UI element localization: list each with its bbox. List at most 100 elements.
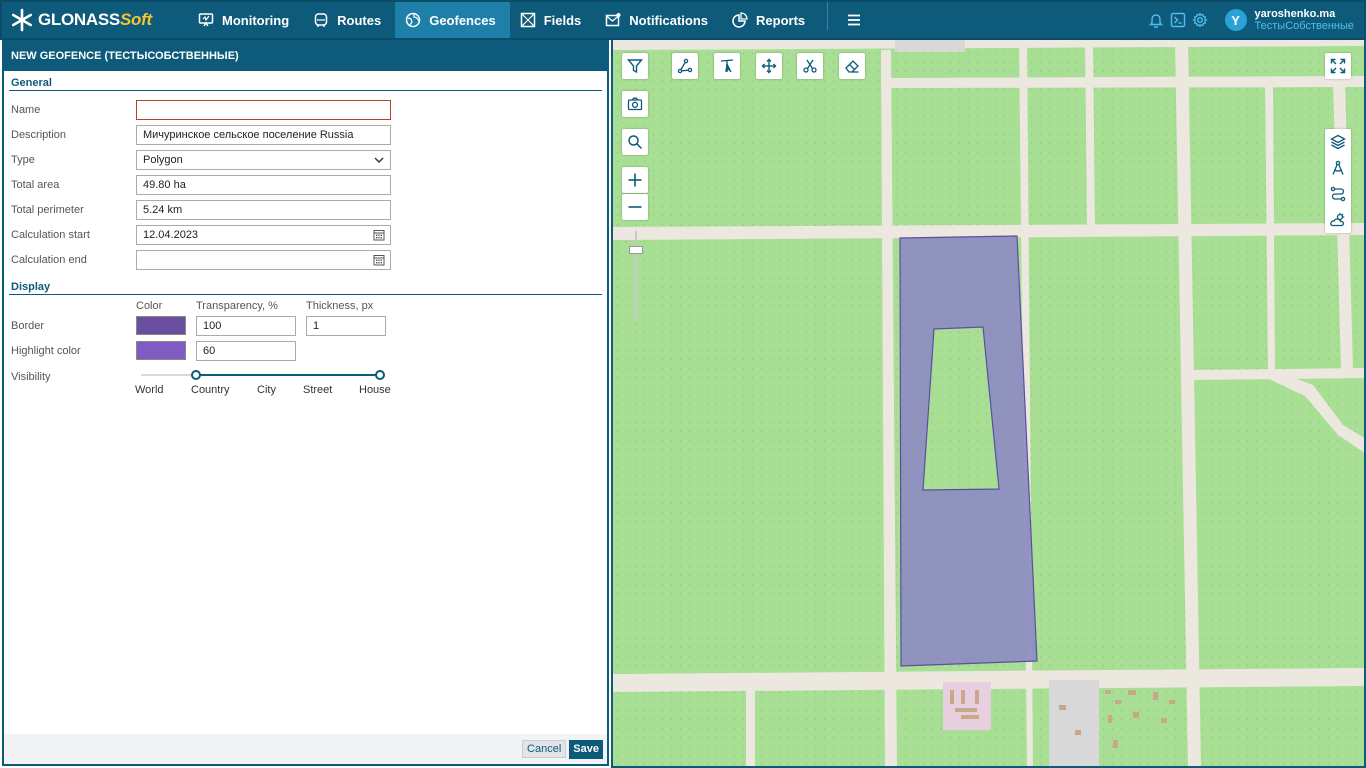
highlight-transparency-input[interactable]: 60	[196, 340, 296, 361]
save-button[interactable]: Save	[569, 739, 603, 759]
scissors-icon	[803, 59, 817, 73]
type-row: Type Polygon	[4, 147, 607, 172]
hamburger-icon	[848, 14, 861, 26]
nav-reports-label: Reports	[756, 12, 806, 28]
thickness-col-header: Thickness, px	[306, 300, 374, 312]
weather-icon	[1330, 212, 1345, 227]
chevron-down-icon	[374, 157, 384, 163]
bell-icon	[1148, 14, 1163, 28]
map-block	[1049, 680, 1099, 766]
app-logo[interactable]: GLONASSSoft	[2, 2, 188, 38]
nav-notifications[interactable]: Notifications	[595, 2, 722, 38]
general-section-title: General	[9, 77, 602, 91]
erase-button[interactable]	[839, 53, 865, 79]
display-section-title: Display	[9, 281, 602, 295]
description-label: Description	[11, 128, 67, 141]
top-right-area: Y yaroshenko.ma ТестыСобственные	[1145, 2, 1354, 38]
settings-button[interactable]	[1189, 9, 1211, 31]
total-area-row: Total area 49.80 ha	[4, 172, 607, 197]
monitoring-icon	[198, 13, 214, 27]
name-label: Name	[11, 103, 41, 116]
zoom-slider-handle[interactable]	[629, 246, 643, 254]
visibility-row: Visibility World Country City Street Hou…	[4, 365, 607, 405]
total-perimeter-input[interactable]: 5.24 km	[136, 199, 391, 220]
nav-geofences-label: Geofences	[429, 12, 496, 28]
logo-text-accent: Soft	[119, 10, 152, 29]
console-button[interactable]	[1167, 9, 1189, 31]
nav-monitoring[interactable]: Monitoring	[188, 2, 303, 38]
user-info[interactable]: yaroshenko.ma ТестыСобственные	[1255, 8, 1354, 32]
visibility-level-street: Street	[303, 384, 333, 396]
total-perimeter-label: Total perimeter	[11, 203, 84, 216]
calendar-icon[interactable]	[373, 229, 385, 241]
edit-vertex-button[interactable]	[714, 53, 740, 79]
calc-start-input[interactable]: 12.04.2023	[136, 224, 391, 245]
logo-icon	[11, 8, 33, 32]
fullscreen-button[interactable]	[1325, 53, 1351, 79]
calc-end-row: Calculation end	[4, 247, 607, 272]
nav-notifications-label: Notifications	[629, 12, 709, 28]
visibility-label: Visibility	[11, 371, 51, 383]
visibility-level-house: House	[359, 384, 391, 396]
map-canvas	[613, 40, 1364, 766]
highlight-color-swatch[interactable]	[136, 341, 186, 360]
nav-routes[interactable]: Routes	[303, 2, 395, 38]
nav-fields-label: Fields	[543, 12, 582, 28]
description-input[interactable]: Мичуринское сельское поселение Russia	[136, 124, 391, 145]
zoom-out-button[interactable]	[622, 194, 648, 220]
layers-icon	[1330, 134, 1346, 150]
cut-button[interactable]	[797, 53, 823, 79]
weather-button[interactable]	[1325, 207, 1351, 233]
notifications-icon	[606, 13, 621, 27]
border-color-swatch[interactable]	[136, 316, 186, 335]
total-perimeter-row: Total perimeter 5.24 km	[4, 197, 607, 222]
visibility-level-city: City	[257, 384, 276, 396]
description-value: Мичуринское сельское поселение Russia	[143, 128, 354, 141]
move-button[interactable]	[756, 53, 782, 79]
notifications-bell-button[interactable]	[1145, 9, 1167, 31]
border-transparency-input[interactable]: 100	[196, 315, 296, 336]
nav-geofences[interactable]: Geofences	[395, 2, 510, 38]
hamburger-menu-button[interactable]	[834, 2, 874, 38]
route-tool-button[interactable]	[1325, 181, 1351, 207]
calc-start-label: Calculation start	[11, 228, 90, 241]
user-avatar[interactable]: Y	[1224, 9, 1247, 31]
name-input[interactable]	[136, 99, 391, 120]
total-area-input[interactable]: 49.80 ha	[136, 174, 391, 195]
visibility-slider-max-handle[interactable]	[375, 370, 385, 380]
main-nav: Monitoring Routes Geofences Fields Notif…	[188, 2, 874, 38]
route-icon	[1330, 186, 1346, 202]
display-column-headers: Color Transparency, % Thickness, px	[4, 299, 607, 313]
map-search-button[interactable]	[622, 129, 648, 155]
type-select[interactable]: Polygon	[136, 149, 391, 170]
screenshot-button[interactable]	[622, 91, 648, 117]
calc-end-input[interactable]	[136, 249, 391, 270]
move-icon	[761, 58, 777, 74]
nav-fields[interactable]: Fields	[510, 2, 596, 38]
measure-button[interactable]	[1325, 155, 1351, 181]
calc-end-label: Calculation end	[11, 253, 87, 266]
map-right-toolbar	[1325, 129, 1351, 233]
border-thickness-input[interactable]: 1	[306, 315, 386, 336]
nav-reports[interactable]: Reports	[722, 2, 819, 38]
color-col-header: Color	[136, 300, 163, 312]
visibility-level-world: World	[135, 384, 164, 396]
plus-icon	[628, 173, 642, 187]
cancel-button[interactable]: Cancel	[522, 740, 567, 758]
draw-line-button[interactable]	[672, 53, 698, 79]
gear-icon	[1191, 12, 1208, 28]
map-filter-button[interactable]	[622, 53, 648, 79]
type-label: Type	[11, 153, 35, 166]
map-view[interactable]	[611, 40, 1366, 768]
visibility-slider-min-handle[interactable]	[191, 370, 201, 380]
name-row: Name	[4, 97, 607, 122]
vertex-pointer-icon	[720, 59, 734, 73]
compass-icon	[1332, 160, 1344, 175]
layers-button[interactable]	[1325, 129, 1351, 155]
top-navigation-bar: GLONASSSoft Monitoring Routes Geofences …	[0, 0, 1366, 40]
camera-icon	[627, 97, 643, 111]
zoom-slider-track[interactable]	[635, 231, 637, 321]
calendar-icon[interactable]	[373, 254, 385, 266]
search-icon	[628, 135, 643, 150]
zoom-in-button[interactable]	[622, 167, 648, 193]
